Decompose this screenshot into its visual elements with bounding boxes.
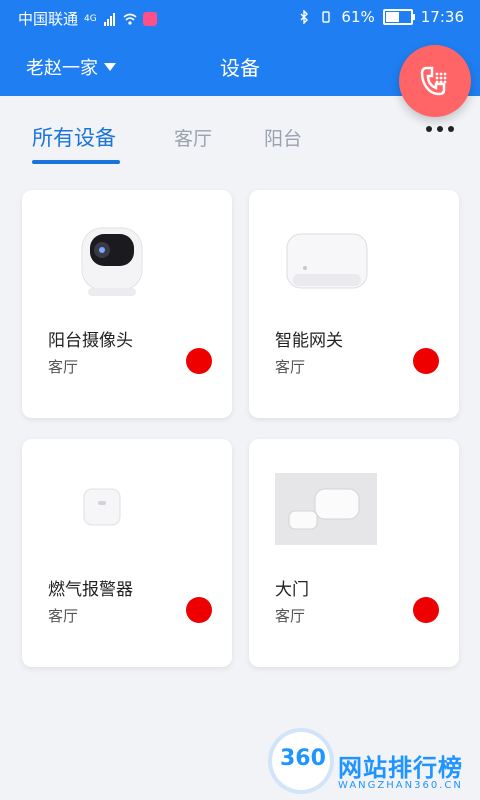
call-button[interactable] (399, 45, 471, 117)
app-badge-icon (142, 11, 157, 26)
network-label: 4G (84, 13, 97, 24)
status-indicator (413, 597, 439, 623)
battery-percent: 61% (341, 8, 375, 26)
clock: 17:36 (420, 8, 464, 26)
status-indicator (186, 348, 212, 374)
device-room: 客厅 (275, 607, 306, 625)
status-bar: 中国联通 4G 61% 17:36 (0, 0, 480, 34)
tab-living-room[interactable]: 客厅 (174, 124, 212, 151)
signal-icon (103, 12, 115, 26)
watermark-logo-number: 360 (280, 746, 326, 771)
vibrate-icon (322, 11, 331, 23)
carrier-label: 中国联通 (18, 10, 79, 28)
watermark-subtext: WANGZHAN360.CN (338, 780, 463, 791)
device-card-camera[interactable]: 阳台摄像头 客厅 (22, 190, 232, 418)
device-room: 客厅 (48, 358, 79, 376)
status-indicator (413, 348, 439, 374)
gateway-device-icon (286, 233, 368, 289)
tab-all-devices[interactable]: 所有设备 (32, 122, 116, 152)
device-name: 燃气报警器 (48, 580, 133, 600)
door-sensor-device-icon (275, 473, 377, 545)
status-right: 61% 17:36 (297, 8, 464, 26)
gas-alarm-device-icon (83, 488, 121, 526)
phone-keypad-icon (420, 66, 447, 96)
tab-balcony[interactable]: 阳台 (264, 124, 302, 151)
bluetooth-icon (300, 10, 309, 24)
device-name: 阳台摄像头 (48, 331, 133, 351)
camera-device-icon (81, 227, 143, 296)
device-card-gas-alarm[interactable]: 燃气报警器 客厅 (22, 439, 232, 667)
battery-icon (382, 9, 415, 25)
status-left: 中国联通 4G (18, 8, 157, 29)
device-room: 客厅 (275, 358, 306, 376)
more-options-icon[interactable] (426, 126, 454, 132)
status-indicator (186, 597, 212, 623)
device-card-door[interactable]: 大门 客厅 (249, 439, 459, 667)
wifi-icon (123, 13, 137, 25)
watermark-text: 网站排行榜 (338, 754, 463, 782)
device-card-gateway[interactable]: 智能网关 客厅 (249, 190, 459, 418)
device-room: 客厅 (48, 607, 79, 625)
device-name: 智能网关 (275, 331, 343, 351)
active-tab-indicator (32, 160, 120, 164)
device-name: 大门 (275, 580, 309, 600)
